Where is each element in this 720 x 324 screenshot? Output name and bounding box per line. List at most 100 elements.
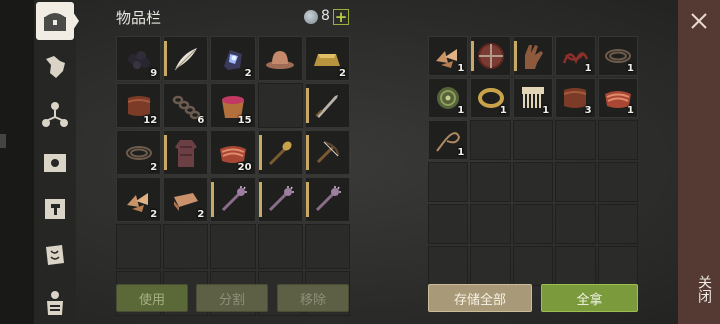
inventory-empty-slot[interactable] — [257, 83, 303, 128]
take-all-button[interactable]: 全拿 — [541, 284, 638, 312]
tab-creatures[interactable] — [36, 48, 74, 86]
item-count: 20 — [237, 162, 252, 173]
inventory-slot[interactable]: 15 — [210, 83, 256, 128]
durability-bar — [211, 182, 215, 217]
inventory-empty-slot[interactable] — [210, 224, 256, 269]
item-count: 1 — [457, 63, 465, 74]
use-button[interactable]: 使用 — [116, 284, 188, 312]
storage-empty-slot[interactable] — [470, 246, 511, 286]
close-label[interactable]: 关闭 — [684, 264, 714, 314]
storage-slot[interactable]: 1 — [428, 120, 469, 160]
split-button[interactable]: 分割 — [196, 284, 268, 312]
inventory-slot[interactable]: 6 — [163, 83, 209, 128]
armor-icon — [47, 291, 63, 315]
storage-slot[interactable]: 1 — [428, 36, 469, 76]
inventory-slot[interactable]: 2 — [116, 177, 162, 222]
category-sidebar — [34, 0, 79, 324]
storage-slot[interactable]: 3 — [555, 78, 596, 118]
storage-empty-slot[interactable] — [512, 162, 554, 202]
store-all-button[interactable]: 存储全部 — [428, 284, 532, 312]
storage-empty-slot[interactable] — [512, 120, 554, 160]
inventory-slot[interactable]: 12 — [116, 83, 162, 128]
inventory-slot[interactable]: 20 — [210, 130, 256, 175]
storage-empty-slot[interactable] — [512, 246, 554, 286]
inventory-slot[interactable]: 2 — [163, 177, 209, 222]
storage-empty-slot[interactable] — [555, 246, 596, 286]
durability-bar — [258, 182, 262, 217]
inventory-slot[interactable]: 9 — [116, 36, 162, 81]
chest-icon — [44, 13, 66, 31]
inventory-slot[interactable] — [163, 36, 209, 81]
storage-slot[interactable]: 1 — [597, 78, 638, 118]
inventory-slot[interactable] — [304, 177, 350, 222]
storage-empty-slot[interactable] — [470, 120, 511, 160]
durability-bar — [164, 41, 168, 76]
storage-slot[interactable]: 1 — [555, 36, 596, 76]
inventory-slot[interactable]: 2 — [116, 130, 162, 175]
item-count: 15 — [237, 115, 252, 126]
inventory-slot[interactable] — [257, 36, 303, 81]
inventory-empty-slot[interactable] — [163, 224, 209, 269]
storage-slot[interactable] — [512, 36, 554, 76]
inventory-slot[interactable] — [210, 177, 256, 222]
scroll-map-icon — [46, 245, 64, 265]
item-count: 1 — [626, 105, 634, 116]
inventory-empty-slot[interactable] — [116, 224, 162, 269]
item-count: 1 — [457, 105, 465, 116]
storage-slot[interactable] — [470, 36, 511, 76]
inventory-empty-slot[interactable] — [304, 224, 350, 269]
edge-handle — [0, 134, 6, 148]
inventory-slot[interactable] — [304, 130, 350, 175]
remove-button[interactable]: 移除 — [277, 284, 349, 312]
storage-empty-slot[interactable] — [428, 246, 469, 286]
weight-value: 8 — [321, 8, 330, 24]
expand-capacity-button[interactable]: + — [333, 9, 349, 25]
tab-inventory[interactable] — [36, 2, 79, 40]
durability-bar — [305, 182, 309, 217]
storage-empty-slot[interactable] — [428, 162, 469, 202]
tab-crafting[interactable] — [36, 190, 74, 228]
close-icon[interactable] — [684, 6, 714, 36]
item-count: 1 — [457, 147, 465, 158]
weight-stone-icon — [304, 10, 318, 24]
inventory-slot[interactable] — [257, 177, 303, 222]
sun-book-icon — [44, 154, 66, 172]
item-count: 6 — [197, 115, 205, 126]
inventory-grid: 9 2 2 12 6 15 2 20 2 2 — [116, 36, 350, 316]
storage-slot[interactable]: 1 — [512, 78, 554, 118]
storage-slot[interactable]: 1 — [428, 78, 469, 118]
skill-tree-icon — [42, 102, 68, 127]
storage-slot[interactable]: 1 — [470, 78, 511, 118]
storage-empty-slot[interactable] — [555, 120, 596, 160]
storage-empty-slot[interactable] — [597, 162, 638, 202]
inventory-slot[interactable] — [163, 130, 209, 175]
inventory-slot[interactable]: 2 — [304, 36, 350, 81]
storage-empty-slot[interactable] — [597, 204, 638, 244]
storage-empty-slot[interactable] — [597, 120, 638, 160]
tab-character[interactable] — [36, 284, 74, 322]
durability-bar — [164, 135, 168, 170]
inventory-slot[interactable] — [304, 83, 350, 128]
tab-journal[interactable] — [36, 144, 74, 182]
item-count: 1 — [584, 63, 592, 74]
storage-empty-slot[interactable] — [597, 246, 638, 286]
storage-empty-slot[interactable] — [555, 162, 596, 202]
storage-empty-slot[interactable] — [555, 204, 596, 244]
item-count: 2 — [150, 209, 158, 220]
inventory-slot[interactable]: 2 — [210, 36, 256, 81]
tab-map[interactable] — [36, 236, 74, 274]
tab-skills[interactable] — [36, 96, 74, 134]
storage-empty-slot[interactable] — [512, 204, 554, 244]
inventory-empty-slot[interactable] — [257, 224, 303, 269]
storage-grid: 1 1 1 1 1 1 3 1 1 — [428, 36, 638, 286]
storage-empty-slot[interactable] — [428, 204, 469, 244]
durability-bar — [513, 41, 517, 71]
item-count: 3 — [584, 105, 592, 116]
storage-empty-slot[interactable] — [470, 162, 511, 202]
item-count: 2 — [150, 162, 158, 173]
inventory-slot[interactable] — [257, 130, 303, 175]
storage-slot[interactable]: 1 — [597, 36, 638, 76]
storage-empty-slot[interactable] — [470, 204, 511, 244]
item-count: 1 — [499, 105, 507, 116]
durability-bar — [471, 41, 475, 71]
